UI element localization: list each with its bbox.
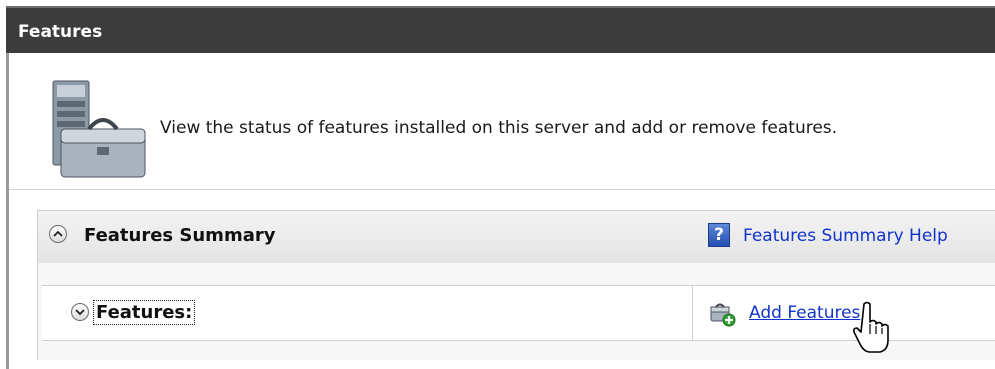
collapse-section-button[interactable]: [49, 225, 67, 243]
chevron-up-icon: [53, 230, 63, 237]
section-header: Features Summary ? Features Summary Help: [38, 211, 995, 264]
server-toolbox-icon: [52, 80, 146, 178]
hand-cursor-icon: [853, 301, 889, 353]
add-features-link[interactable]: Add Features: [749, 303, 860, 323]
features-summary-help-link[interactable]: Features Summary Help: [743, 226, 948, 246]
features-label[interactable]: Features:: [93, 300, 196, 325]
section-title: Features Summary: [84, 225, 276, 246]
expand-features-button[interactable]: [71, 303, 89, 321]
add-features-icon[interactable]: [709, 301, 737, 327]
help-question-icon[interactable]: ?: [708, 223, 730, 247]
window-title-bar: Features: [6, 6, 995, 53]
row-divider: [692, 286, 693, 340]
banner-description: View the status of features installed on…: [160, 118, 838, 138]
chevron-down-icon: [75, 309, 85, 316]
description-banner: View the status of features installed on…: [9, 53, 995, 190]
window-title: Features: [18, 22, 103, 42]
